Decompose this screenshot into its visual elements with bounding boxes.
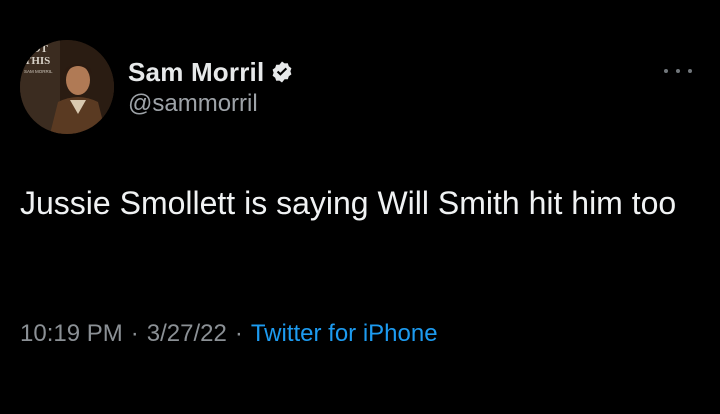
avatar-image-icon: NOT THIS SAM MORRIL — [20, 40, 114, 134]
meta-separator: · — [234, 320, 243, 347]
tweet-text: Jussie Smollett is saying Will Smith hit… — [20, 185, 677, 221]
avatar[interactable]: NOT THIS SAM MORRIL — [20, 40, 114, 134]
avatar-text-line2: THIS — [24, 55, 50, 67]
tweet-source-link[interactable]: Twitter for iPhone — [251, 320, 438, 348]
author-handle[interactable]: @sammorril — [128, 90, 258, 118]
tweet-date[interactable]: 3/27/22 — [147, 320, 227, 348]
tweet-meta: 10:19 PM · 3/27/22 · Twitter for iPhone — [20, 320, 438, 348]
more-horizontal-icon[interactable] — [664, 64, 692, 78]
tweet-time[interactable]: 10:19 PM — [20, 320, 123, 348]
more-dot — [676, 69, 680, 73]
author-name-row: Sam Morril — [128, 56, 294, 88]
author-display-name[interactable]: Sam Morril — [128, 57, 264, 88]
more-dot — [688, 69, 692, 73]
more-dot — [664, 69, 668, 73]
avatar-text-line1: NOT — [24, 43, 49, 55]
verified-badge-icon — [270, 60, 294, 84]
tweet-card: NOT THIS SAM MORRIL Sam Morril @sammorri… — [0, 0, 720, 414]
meta-separator: · — [130, 320, 139, 347]
avatar-text-line3: SAM MORRIL — [24, 69, 53, 74]
